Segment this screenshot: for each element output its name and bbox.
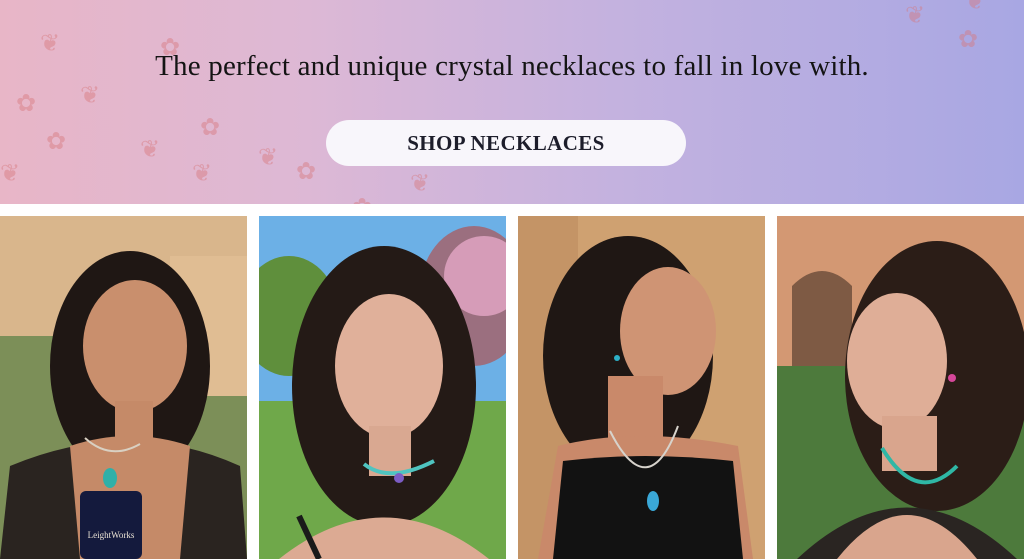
falling-leaves-decoration: ❦ ✿ ❦ ✿ ❦ ❦ ✿ ❦ ✿ ❦ ✿ ❦ ✿ ❦ ✿ ❦ bbox=[0, 0, 986, 204]
promo-banner: ❦ ✿ ❦ ✿ ❦ ❦ ✿ ❦ ✿ ❦ ✿ ❦ ✿ ❦ ✿ ❦ The perf… bbox=[0, 0, 1024, 204]
shop-necklaces-button[interactable]: SHOP NECKLACES bbox=[326, 120, 686, 166]
model-photo-2 bbox=[259, 216, 506, 559]
banner-headline: The perfect and unique crystal necklaces… bbox=[155, 50, 869, 82]
model-photo-3 bbox=[518, 216, 765, 559]
model-photo-1: LeightWorks bbox=[0, 216, 247, 559]
pouch-brand-text: LeightWorks bbox=[88, 530, 135, 540]
model-photo-4 bbox=[777, 216, 1024, 559]
